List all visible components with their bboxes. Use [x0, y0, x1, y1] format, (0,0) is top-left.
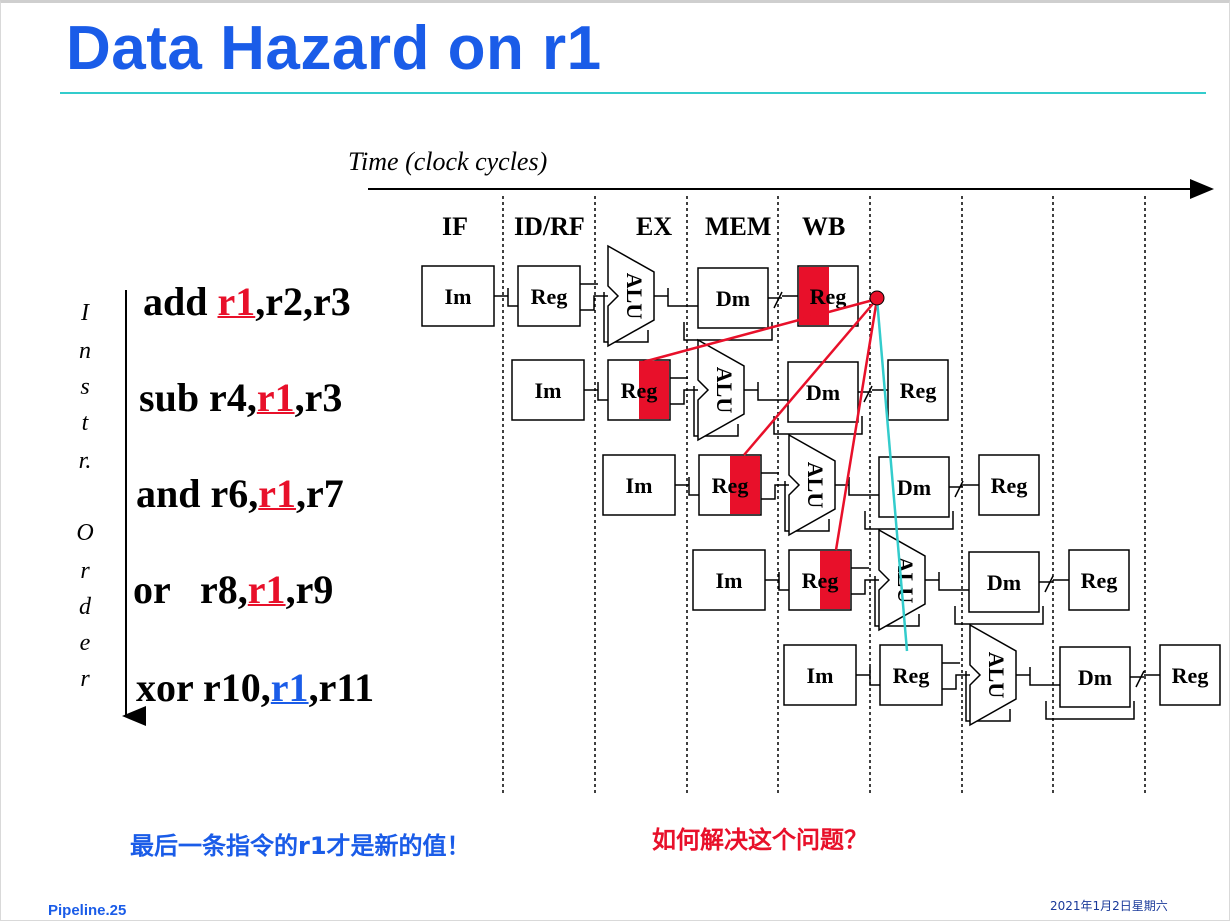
register-file-write: Reg [978, 454, 1040, 516]
register-file-read-label: Reg [621, 378, 658, 403]
instruction-memory-label: Im [626, 473, 653, 498]
data-memory: Dm [968, 551, 1040, 613]
register-file-write-label: Reg [900, 378, 937, 403]
register-file-write-label: Reg [810, 284, 847, 309]
data-memory-label: Dm [897, 475, 931, 500]
data-memory-label: Dm [987, 570, 1021, 595]
register-file-read: Reg [517, 265, 581, 327]
data-memory: Dm [1059, 646, 1131, 708]
slide-number: Pipeline.25 [48, 902, 127, 919]
alu-label: ALU [712, 367, 737, 414]
register-file-write: Reg [1068, 549, 1130, 611]
pipeline-row: Im Reg ALU Dm Reg [421, 244, 859, 348]
alu-label: ALU [984, 652, 1009, 699]
hazard-dependency-lines [642, 290, 909, 652]
slide-date: 2021年1月2日星期六 [1050, 899, 1168, 913]
register-file-read-label: Reg [893, 663, 930, 688]
alu-label: ALU [893, 557, 918, 604]
pipeline-rows: Im Reg ALU Dm RegIm Reg ALU Dm RegIm Reg ALU Dm RegI… [421, 244, 1221, 727]
alu-unit: ALU [603, 244, 655, 348]
instruction-memory: Im [692, 549, 766, 611]
instruction-memory-label: Im [807, 663, 834, 688]
alu-unit: ALU [693, 338, 745, 442]
register-file-write-label: Reg [991, 473, 1028, 498]
register-file-write-label: Reg [1081, 568, 1118, 593]
register-file-read-label: Reg [712, 473, 749, 498]
register-file-read: Reg [879, 644, 943, 706]
alu-unit: ALU [965, 623, 1017, 727]
pipeline-row: Im Reg ALU Dm Reg [783, 623, 1221, 727]
writeback-point-marker [869, 290, 885, 306]
data-memory: Dm [697, 267, 769, 329]
instruction-memory: Im [602, 454, 676, 516]
instruction-memory-label: Im [535, 378, 562, 403]
instruction-memory: Im [783, 644, 857, 706]
data-memory: Dm [878, 456, 950, 518]
instruction-memory-label: Im [445, 284, 472, 309]
register-file-read-label: Reg [802, 568, 839, 593]
register-file-read-label: Reg [531, 284, 568, 309]
note-question: 如何解决这个问题？ [652, 826, 868, 854]
data-memory-label: Dm [806, 380, 840, 405]
pipeline-row: Im Reg ALU Dm Reg [602, 433, 1040, 537]
register-file-read: Reg [788, 549, 852, 611]
alu-unit: ALU [784, 433, 836, 537]
register-file-write-label: Reg [1172, 663, 1209, 688]
instruction-memory: Im [511, 359, 585, 421]
data-memory-label: Dm [1078, 665, 1112, 690]
instruction-memory: Im [421, 265, 495, 327]
data-memory-label: Dm [716, 286, 750, 311]
register-file-read: Reg [698, 454, 762, 516]
pipeline-row: Im Reg ALU Dm Reg [692, 528, 1130, 632]
pipeline-diagram: Im Reg ALU Dm RegIm Reg ALU Dm RegIm Reg ALU Dm RegI… [122, 179, 1221, 795]
register-file-read: Reg [607, 359, 671, 421]
alu-label: ALU [622, 273, 647, 320]
alu-label: ALU [803, 462, 828, 509]
register-file-write: Reg [1159, 644, 1221, 706]
instruction-memory-label: Im [716, 568, 743, 593]
note-last-instruction: 最后一条指令的r1才是新的值！ [130, 832, 471, 860]
register-file-write: Reg [887, 359, 949, 421]
